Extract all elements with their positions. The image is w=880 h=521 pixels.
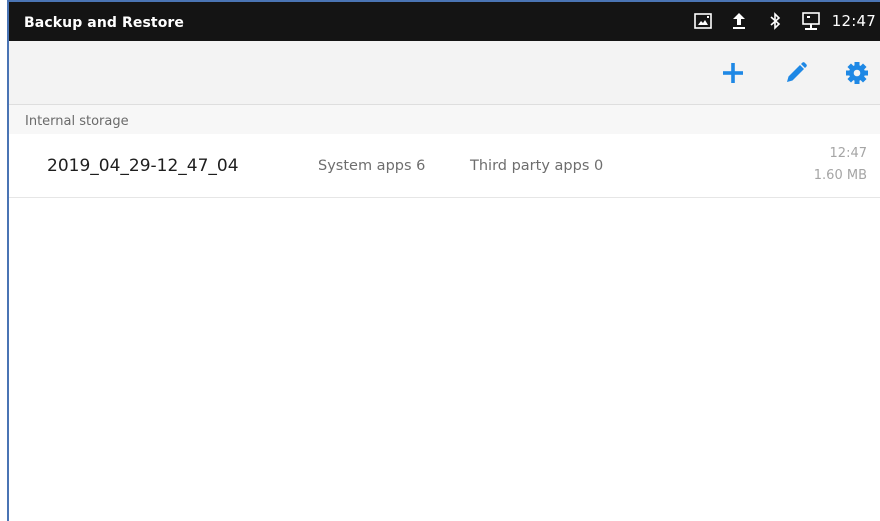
third-party-apps-count: Third party apps 0 (470, 158, 604, 174)
screenshot-icon (692, 10, 714, 32)
backup-time: 12:47 (829, 146, 867, 161)
app-title: Backup and Restore (24, 15, 185, 31)
section-header: Internal storage (9, 105, 880, 134)
add-icon[interactable] (719, 59, 747, 87)
upload-icon (728, 10, 750, 32)
backup-list-item[interactable]: 2019_04_29-12_47_04 System apps 6 Third … (9, 134, 880, 198)
bluetooth-icon (764, 10, 786, 32)
status-time: 12:47 (831, 12, 876, 30)
status-bar: Backup and Restore 12:47 (9, 0, 880, 41)
backup-name: 2019_04_29-12_47_04 (47, 156, 239, 176)
window-left-edge (0, 0, 9, 521)
ethernet-icon (800, 10, 822, 32)
action-toolbar (9, 41, 880, 105)
backup-size: 1.60 MB (813, 168, 867, 183)
app-window: Backup and Restore 12:47 Internal storag… (0, 0, 880, 521)
system-apps-count: System apps 6 (318, 158, 426, 174)
edit-icon[interactable] (782, 59, 810, 87)
status-icons: 12:47 (678, 10, 880, 32)
section-title: Internal storage (25, 114, 129, 129)
settings-icon[interactable] (843, 59, 871, 87)
